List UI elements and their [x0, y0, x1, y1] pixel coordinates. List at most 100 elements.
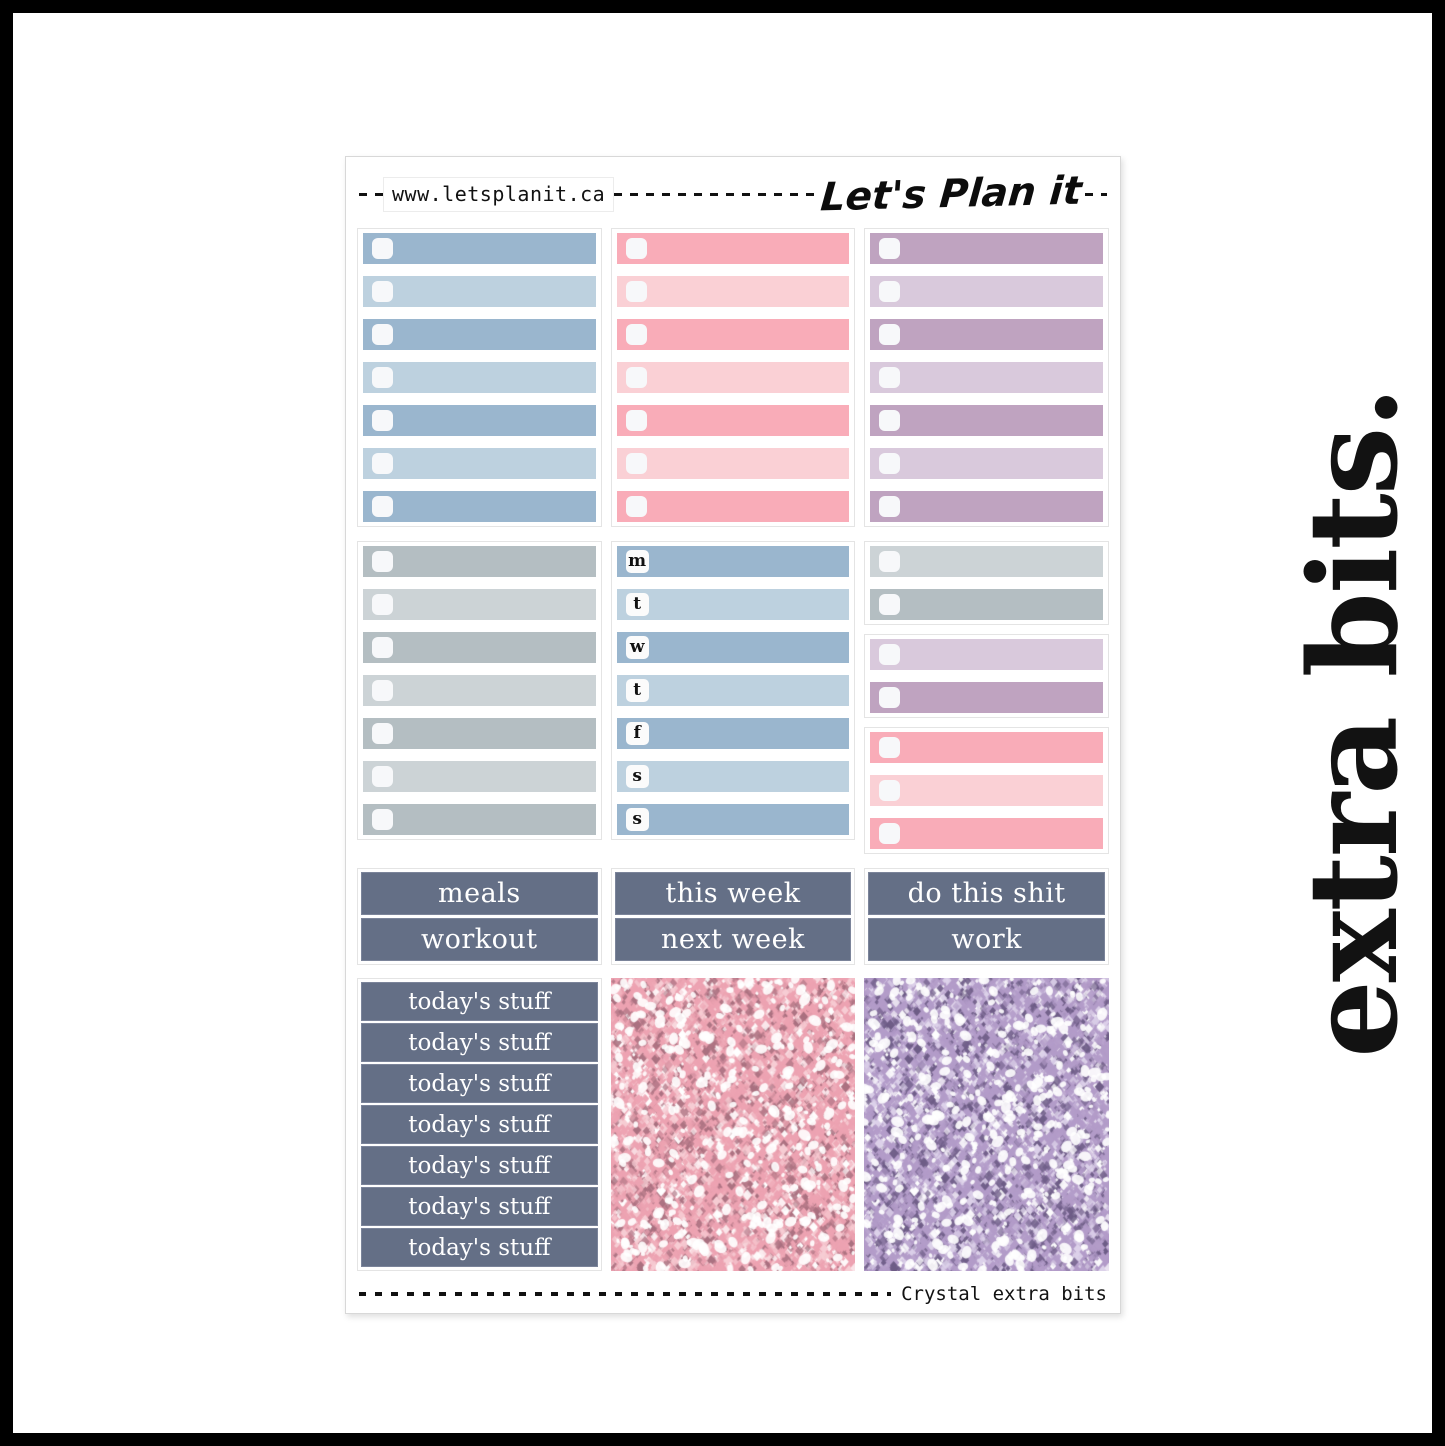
labels-col-3: do this shit work — [864, 868, 1110, 966]
checklist-row[interactable] — [616, 276, 850, 308]
checklist-row[interactable] — [363, 546, 596, 578]
checkbox-icon — [879, 324, 901, 346]
checkbox-icon — [372, 551, 393, 573]
checkbox-icon — [879, 780, 901, 802]
checklist-row[interactable] — [870, 639, 1104, 671]
label-box-meals[interactable]: meals — [361, 872, 598, 916]
checkbox-icon — [625, 281, 647, 303]
weekday-row[interactable]: m — [616, 546, 850, 578]
checklist-row[interactable] — [870, 362, 1104, 394]
checklist-row[interactable] — [363, 405, 596, 437]
checklist-row[interactable] — [363, 276, 596, 308]
pink-checklist-group — [610, 228, 856, 528]
checklist-row[interactable] — [363, 632, 596, 664]
checklist-row[interactable] — [870, 818, 1104, 850]
today-column: today's stuff today's stuff today's stuff t… — [357, 978, 602, 1271]
checkbox-icon — [372, 723, 393, 745]
checkbox-icon — [879, 551, 901, 573]
column-gray — [357, 541, 602, 854]
brand-logo: Let's Plan it — [818, 168, 1084, 221]
footer-dash-line — [359, 1292, 892, 1296]
weekday-row[interactable]: t — [616, 589, 850, 621]
label-box-next-week[interactable]: next week — [614, 918, 852, 962]
checklist-row[interactable] — [616, 405, 850, 437]
today-stuff-box[interactable]: today's stuff — [361, 982, 598, 1022]
checklist-row[interactable] — [616, 448, 850, 480]
label-section: meals workout this week next week do this sh… — [357, 868, 1110, 966]
checkbox-icon — [372, 238, 393, 260]
checklist-row[interactable] — [870, 775, 1104, 807]
gray-checklist-group — [357, 541, 602, 841]
today-stuff-box[interactable]: today's stuff — [361, 1146, 598, 1186]
checklist-row[interactable] — [616, 319, 850, 351]
today-stuff-box[interactable]: today's stuff — [361, 1064, 598, 1104]
checkbox-icon — [372, 594, 393, 616]
checklist-row[interactable] — [870, 589, 1104, 621]
weekday-letter-box: t — [625, 593, 649, 617]
checklist-row[interactable] — [870, 732, 1104, 764]
checklist-row[interactable] — [363, 233, 596, 265]
checklist-row[interactable] — [363, 362, 596, 394]
checkbox-icon — [879, 281, 901, 303]
label-box-do-this-shit[interactable]: do this shit — [868, 872, 1106, 916]
checkbox-icon — [372, 809, 393, 831]
checkbox-icon — [879, 410, 901, 432]
bottom-section: today's stuff today's stuff today's stuff t… — [357, 978, 1110, 1271]
checkbox-icon — [879, 594, 901, 616]
checklist-row[interactable] — [363, 448, 596, 480]
side-title: extra bits. — [1281, 388, 1425, 1058]
today-stuff-box[interactable]: today's stuff — [361, 1023, 598, 1063]
today-stuff-box[interactable]: today's stuff — [361, 1105, 598, 1145]
checklist-row[interactable] — [616, 233, 850, 265]
checkbox-icon — [372, 324, 393, 346]
checklist-row[interactable] — [363, 804, 596, 836]
column-purple — [864, 228, 1110, 528]
column-blue — [357, 228, 602, 528]
checklist-row[interactable] — [870, 405, 1104, 437]
checklist-row[interactable] — [870, 491, 1104, 523]
checkbox-icon — [372, 367, 393, 389]
checklist-row[interactable] — [870, 233, 1104, 265]
checklist-row[interactable] — [363, 589, 596, 621]
label-box-this-week[interactable]: this week — [614, 872, 852, 916]
labels-col-2-group: this week next week — [610, 868, 856, 966]
checklist-row[interactable] — [363, 718, 596, 750]
checklist-row[interactable] — [870, 682, 1104, 714]
pink-trio-group — [864, 727, 1110, 855]
weekday-row[interactable]: w — [616, 632, 850, 664]
checklist-row[interactable] — [870, 546, 1104, 578]
checkbox-icon — [879, 687, 901, 709]
checklist-row[interactable] — [363, 491, 596, 523]
column-mixed — [864, 541, 1110, 855]
weekday-row[interactable]: t — [616, 675, 850, 707]
checkbox-icon — [879, 238, 901, 260]
checkbox-icon — [372, 410, 393, 432]
weekday-letter-box: s — [625, 765, 649, 789]
dash-line-right — [1085, 193, 1107, 197]
label-box-work[interactable]: work — [868, 918, 1106, 962]
checklist-row[interactable] — [870, 276, 1104, 308]
weekday-letter-box: w — [625, 636, 649, 660]
checkbox-icon — [372, 766, 393, 788]
label-box-workout[interactable]: workout — [361, 918, 598, 962]
today-stuff-box[interactable]: today's stuff — [361, 1187, 598, 1227]
checklist-row[interactable] — [616, 491, 850, 523]
checkbox-icon — [625, 496, 647, 518]
checkbox-icon — [372, 281, 393, 303]
checkbox-icon — [879, 367, 901, 389]
checklist-row[interactable] — [870, 448, 1104, 480]
today-stuff-box[interactable]: today's stuff — [361, 1228, 598, 1268]
checklist-row[interactable] — [363, 319, 596, 351]
column-weekdays: mtwtfss — [610, 541, 856, 854]
sheet-footer: Crystal extra bits — [357, 1283, 1109, 1305]
checkbox-icon — [879, 737, 901, 759]
weekday-row[interactable]: s — [616, 804, 850, 836]
weekday-row[interactable]: s — [616, 761, 850, 793]
checklist-row[interactable] — [616, 362, 850, 394]
checklist-row[interactable] — [363, 761, 596, 793]
checkbox-icon — [372, 453, 393, 475]
sticker-sheet: www.letsplanit.ca Let's Plan it mtwt f s… — [345, 156, 1121, 1314]
checklist-row[interactable] — [870, 319, 1104, 351]
weekday-row[interactable]: f — [616, 718, 850, 750]
checklist-row[interactable] — [363, 675, 596, 707]
